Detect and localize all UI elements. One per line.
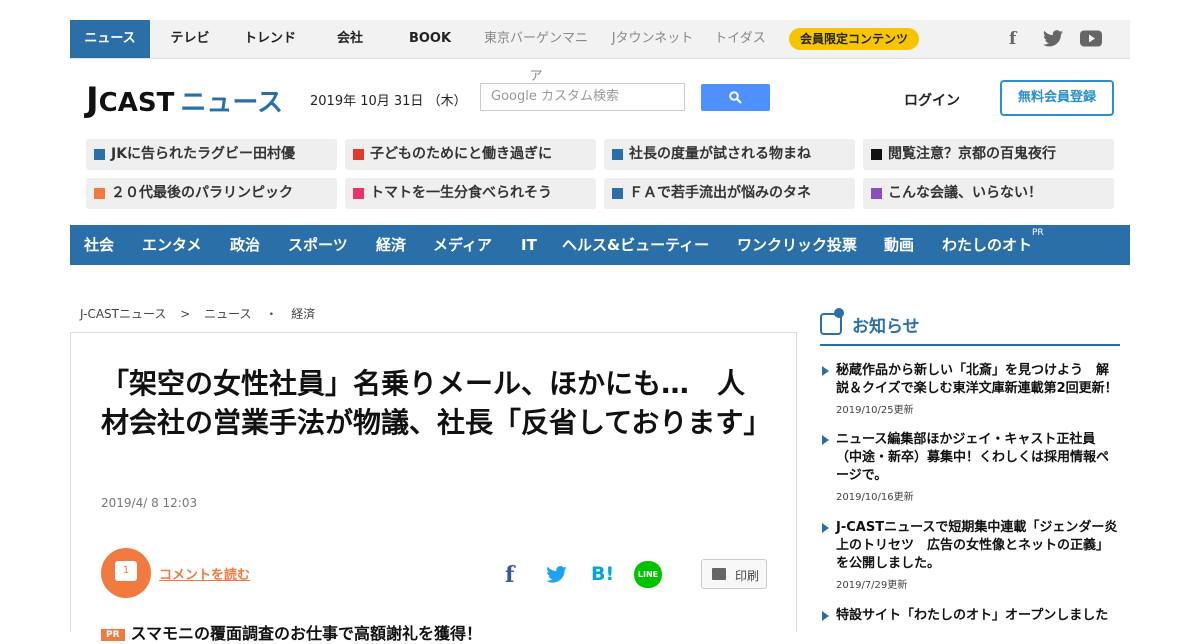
category-politics[interactable]: 政治 [230, 225, 260, 265]
trending-label: こんな会議、いらない！ [888, 185, 1042, 201]
print-icon [712, 568, 726, 580]
tab-trend[interactable]: トレンド [235, 20, 305, 58]
trending-marker [871, 149, 882, 160]
trending-label: 社長の度量が試される物まね [629, 146, 811, 162]
category-media[interactable]: メディア [433, 225, 492, 265]
arrow-right-icon [822, 435, 829, 445]
trending-marker [353, 149, 364, 160]
hatena-bookmark-icon[interactable]: B! [591, 563, 614, 585]
register-button[interactable]: 無料会員登録 [1000, 80, 1114, 116]
category-economy[interactable]: 経済 [376, 225, 406, 265]
arrow-right-icon [822, 366, 829, 376]
current-date: 2019年 10月 31日 （木） [310, 94, 467, 109]
notice-item[interactable]: ニュース編集部ほかジェイ・キャスト正社員（中途・新卒）募集中！くわしくは採用情報… [820, 431, 1120, 503]
member-content-badge[interactable]: 会員限定コンテンツ [789, 28, 920, 50]
comment-count: 1 [115, 561, 137, 581]
breadcrumb: J-CASTニュース > ニュース ・ 経済 [80, 305, 325, 322]
breadcrumb-economy[interactable]: 経済 [291, 307, 315, 321]
notice-text: ニュース編集部ほかジェイ・キャスト正社員（中途・新卒）募集中！くわしくは採用情報… [836, 432, 1110, 483]
notice-text: J-CASTニュースで短期集中連載「ジェンダー炎上のトリセツ 広告の女性像とネッ… [836, 520, 1118, 571]
trending-marker [871, 188, 882, 199]
pr-link[interactable]: PR スマモニの覆面調査のお仕事で高額謝礼を獲得！ [101, 620, 482, 644]
trending-marker [612, 149, 623, 160]
category-it[interactable]: IT [521, 225, 537, 265]
print-label: 印刷 [735, 569, 760, 583]
notice-item[interactable]: 秘蔵作品から新しい「北斎」を見つけよう 解説＆クイズで楽しむ東洋文庫新連載第2回… [820, 362, 1120, 416]
trending-label: JKに告られたラグビー田村優 [111, 146, 296, 162]
facebook-share-icon[interactable]: f [505, 562, 514, 588]
trending-marker [94, 149, 105, 160]
search-button[interactable] [701, 84, 770, 111]
trending-label: 閲覧注意？京都の百鬼夜行 [888, 146, 1056, 162]
link-j-town-net[interactable]: Jタウンネット [610, 20, 695, 58]
link-toidasu[interactable]: トイダス [710, 20, 770, 58]
line-share-icon[interactable]: LINE [634, 561, 662, 588]
notice-title: お知らせ [852, 317, 920, 337]
top-nav-bar: ニュース テレビ トレンド 会社 BOOK 東京バーゲンマニア Jタウンネット … [70, 20, 1130, 84]
trending-label: 子どものためにと働き過ぎに [370, 146, 552, 162]
arrow-right-icon [822, 523, 829, 533]
logo-cast: CAST [98, 88, 175, 118]
notice-dot [834, 308, 844, 318]
trending-marker [94, 188, 105, 199]
notice-item[interactable]: 特設サイト「わたしのオト」オープンしました [820, 607, 1120, 625]
twitter-share-icon[interactable] [546, 566, 567, 583]
trending-item[interactable]: ＦＡで若手流出が悩みのタネ [604, 178, 855, 209]
logo-j: J [86, 80, 99, 120]
notice-date: 2019/7/29更新 [836, 580, 908, 591]
trending-item[interactable]: 社長の度量が試される物まね [604, 139, 855, 170]
trending-marker [612, 188, 623, 199]
read-comments-link[interactable]: コメントを読む [159, 564, 250, 583]
tab-company[interactable]: 会社 [315, 20, 385, 58]
trending-item[interactable]: JKに告られたラグビー田村優 [86, 139, 337, 170]
trending-label: ２０代最後のパラリンピック [111, 185, 293, 201]
facebook-icon[interactable]: f [1009, 29, 1016, 49]
notice-text: 特設サイト「わたしのオト」オープンしました [836, 608, 1109, 623]
breadcrumb-sep: ・ [265, 307, 278, 321]
notice-date: 2019/10/16更新 [836, 492, 914, 503]
article-date: 2019/4/ 8 12:03 [101, 496, 198, 510]
tab-news[interactable]: ニュース [70, 20, 150, 58]
trending-label: ＦＡで若手流出が悩みのタネ [629, 185, 811, 201]
notice-text: 秘蔵作品から新しい「北斎」を見つけよう 解説＆クイズで楽しむ東洋文庫新連載第2回… [836, 363, 1118, 396]
trending-item[interactable]: トマトを一生分食べられそう [345, 178, 596, 209]
trending-item[interactable]: 子どものためにと働き過ぎに [345, 139, 596, 170]
comment-count-badge[interactable]: 1 [101, 548, 151, 598]
notice-date: 2019/10/25更新 [836, 405, 914, 416]
site-logo[interactable]: JCAST ニュース [86, 80, 283, 120]
pr-label: PR [1032, 228, 1044, 238]
search-icon [729, 91, 742, 104]
pr-tag: PR [101, 628, 125, 641]
category-health-beauty[interactable]: ヘルス&ビューティー [562, 225, 709, 265]
arrow-right-icon [822, 611, 829, 621]
breadcrumb-news[interactable]: ニュース [204, 307, 251, 321]
trending-marker [353, 188, 364, 199]
trending-label: トマトを一生分食べられそう [370, 185, 552, 201]
twitter-icon[interactable] [1043, 30, 1063, 47]
youtube-icon[interactable] [1080, 30, 1102, 47]
breadcrumb-sep: > [180, 307, 191, 321]
notice-header: お知らせ [820, 308, 1120, 346]
search-input[interactable]: Google カスタム検索 [480, 83, 685, 111]
breadcrumb-home[interactable]: J-CASTニュース [80, 307, 166, 321]
article-headline: 「架空の女性社員」名乗りメール、ほかにも… 人材会社の営業手法が物議、社長「反省… [101, 367, 772, 439]
trending-item[interactable]: ２０代最後のパラリンピック [86, 178, 337, 209]
link-tokyo-bargain-mania[interactable]: 東京バーゲンマニア [480, 20, 592, 84]
tab-tv[interactable]: テレビ [155, 20, 225, 58]
category-video[interactable]: 動画 [884, 225, 914, 265]
notice-item[interactable]: J-CASTニュースで短期集中連載「ジェンダー炎上のトリセツ 広告の女性像とネッ… [820, 519, 1120, 591]
category-entertainment[interactable]: エンタメ [142, 225, 202, 265]
trending-item[interactable]: 閲覧注意？京都の百鬼夜行 [863, 139, 1114, 170]
category-one-click-poll[interactable]: ワンクリック投票 [737, 225, 857, 265]
login-link[interactable]: ログイン [904, 90, 960, 110]
category-sports[interactable]: スポーツ [288, 225, 348, 265]
logo-news: ニュース [180, 88, 284, 118]
trending-item[interactable]: こんな会議、いらない！ [863, 178, 1114, 209]
category-watashi-no-oto[interactable]: わたしのオト [942, 225, 1032, 265]
print-button[interactable]: 印刷 [701, 559, 767, 589]
category-nav: 社会 エンタメ 政治 スポーツ 経済 メディア IT ヘルス&ビューティー ワン… [70, 225, 1130, 265]
tab-book[interactable]: BOOK [395, 20, 465, 58]
pr-text: スマモニの覆面調査のお仕事で高額謝礼を獲得！ [130, 624, 483, 643]
category-society[interactable]: 社会 [84, 225, 114, 265]
